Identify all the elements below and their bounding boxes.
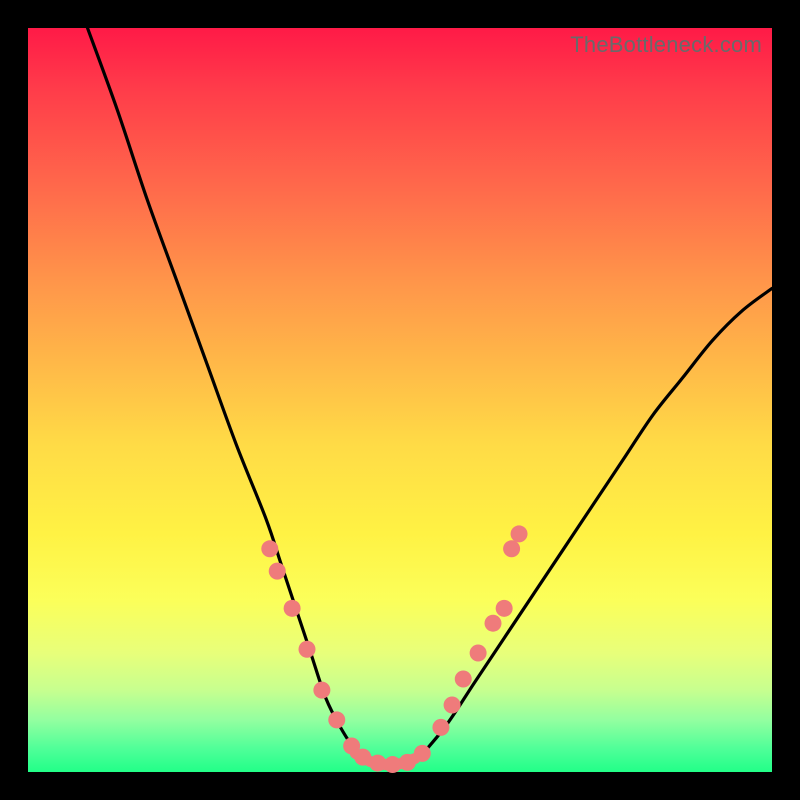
data-marker <box>384 756 401 773</box>
data-marker <box>261 540 278 557</box>
data-marker <box>328 711 345 728</box>
data-marker <box>496 600 513 617</box>
data-marker <box>269 563 286 580</box>
marker-group <box>261 525 527 773</box>
data-marker <box>485 615 502 632</box>
data-marker <box>399 754 416 771</box>
data-marker <box>432 719 449 736</box>
data-marker <box>414 745 431 762</box>
data-marker <box>455 671 472 688</box>
plot-area: TheBottleneck.com <box>28 28 772 772</box>
data-marker <box>503 540 520 557</box>
data-marker <box>299 641 316 658</box>
data-marker <box>511 525 528 542</box>
data-marker <box>284 600 301 617</box>
data-marker <box>470 644 487 661</box>
data-marker <box>369 755 386 772</box>
chart-svg <box>28 28 772 772</box>
data-marker <box>354 749 371 766</box>
data-marker <box>444 697 461 714</box>
data-marker <box>313 682 330 699</box>
chart-frame: TheBottleneck.com <box>0 0 800 800</box>
bottleneck-curve <box>88 28 772 765</box>
